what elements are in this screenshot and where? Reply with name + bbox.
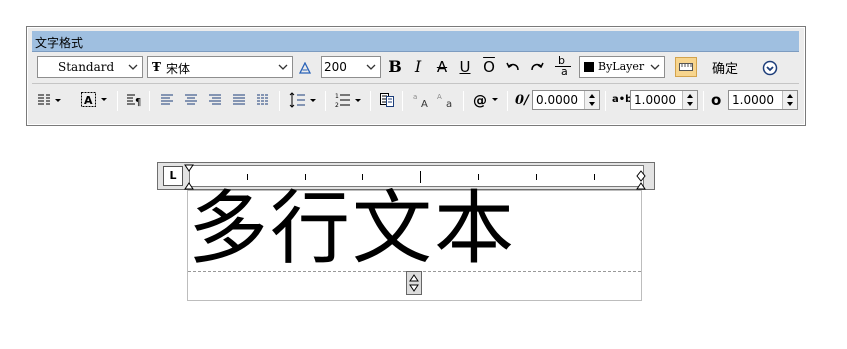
ruler-tick xyxy=(247,174,248,180)
separator xyxy=(507,91,508,111)
symbol-icon[interactable]: @ xyxy=(472,91,502,109)
spin-up-icon[interactable] xyxy=(686,93,694,99)
strikethrough-button[interactable]: A xyxy=(431,56,453,78)
svg-text:a: a xyxy=(413,93,417,101)
ruler-tick xyxy=(305,174,306,180)
mtext-content[interactable]: 多行文本 xyxy=(188,184,516,274)
spinner-arrows[interactable] xyxy=(782,91,797,109)
toolbar-titlebar[interactable]: 文字格式 xyxy=(32,31,799,52)
svg-text:2: 2 xyxy=(335,102,339,108)
row-divider xyxy=(32,83,799,84)
spinner-arrows[interactable] xyxy=(682,91,697,109)
separator xyxy=(605,91,606,111)
truetype-font-icon: Ŧ xyxy=(152,60,161,74)
color-swatch xyxy=(584,62,594,72)
ok-button[interactable]: 确定 xyxy=(712,58,738,77)
separator xyxy=(370,91,371,111)
line-spacing-icon[interactable] xyxy=(289,92,319,108)
svg-text:¶: ¶ xyxy=(135,97,141,107)
separator xyxy=(402,91,403,111)
chevron-down-circle-icon[interactable] xyxy=(762,60,778,76)
chevron-down-icon xyxy=(278,64,288,70)
justify-icon[interactable] xyxy=(232,93,246,107)
up-down-arrow-icon xyxy=(409,274,419,292)
font-select[interactable]: Ŧ 宋体 xyxy=(147,56,293,78)
svg-text:A: A xyxy=(421,99,428,109)
toolbar-title: 文字格式 xyxy=(35,36,84,50)
align-right-icon[interactable] xyxy=(208,93,222,107)
tracking-input[interactable]: 1.0000 xyxy=(630,90,698,110)
width-factor-label: o xyxy=(711,91,722,109)
uppercase-icon[interactable]: aA xyxy=(412,91,432,109)
width-factor-input[interactable]: 1.0000 xyxy=(728,90,798,110)
spin-up-icon[interactable] xyxy=(588,93,596,99)
spin-up-icon[interactable] xyxy=(786,93,794,99)
underline-button[interactable]: U xyxy=(454,56,476,78)
bold-button[interactable]: B xyxy=(384,56,406,78)
chevron-down-icon xyxy=(128,64,138,70)
italic-button[interactable]: I xyxy=(407,56,429,78)
mtext-justification-icon[interactable]: A xyxy=(80,91,110,108)
separator xyxy=(149,91,150,111)
spinner-arrows[interactable] xyxy=(584,91,599,109)
ruler-tick xyxy=(536,174,537,180)
numbering-icon[interactable]: 12 xyxy=(334,92,364,108)
ruler-tick xyxy=(478,174,479,180)
paragraph-icon[interactable]: ¶ xyxy=(125,93,143,107)
spin-down-icon[interactable] xyxy=(786,101,794,107)
ruler-icon xyxy=(679,63,693,71)
align-left-icon[interactable] xyxy=(160,93,174,107)
oblique-angle-input[interactable]: 0.0000 xyxy=(532,90,600,110)
chevron-down-icon xyxy=(650,64,660,70)
align-center-icon[interactable] xyxy=(184,93,198,107)
redo-icon[interactable] xyxy=(529,60,545,74)
tab-type-button[interactable]: L xyxy=(163,166,183,186)
svg-text:A: A xyxy=(84,94,93,107)
width-handle-icon[interactable] xyxy=(636,170,646,190)
separator xyxy=(117,91,118,111)
ruler-tick xyxy=(594,174,595,180)
separator xyxy=(325,91,326,111)
text-height-select[interactable]: 200 xyxy=(321,56,381,78)
height-resize-handle[interactable] xyxy=(406,271,422,295)
separator xyxy=(703,91,704,111)
spin-down-icon[interactable] xyxy=(588,101,596,107)
chevron-down-icon xyxy=(366,64,376,70)
annotative-icon[interactable] xyxy=(299,62,311,74)
spin-down-icon[interactable] xyxy=(686,101,694,107)
svg-text:a: a xyxy=(446,99,452,109)
svg-text:A: A xyxy=(437,93,442,101)
oblique-angle-label: 0/ xyxy=(515,93,529,108)
text-color-select[interactable]: ByLayer xyxy=(579,56,665,78)
svg-text:@: @ xyxy=(473,93,487,109)
stack-button[interactable]: b a xyxy=(552,54,574,78)
separator xyxy=(279,91,280,111)
separator xyxy=(463,91,464,111)
ruler-tick xyxy=(362,174,363,180)
undo-icon[interactable] xyxy=(505,60,521,74)
ruler-toggle-button[interactable] xyxy=(675,57,697,77)
text-style-select[interactable]: Standard xyxy=(37,56,143,78)
overline-button[interactable]: O xyxy=(478,56,500,78)
insert-field-icon[interactable] xyxy=(379,92,395,108)
lowercase-icon[interactable]: Aa xyxy=(436,91,456,109)
columns-icon[interactable] xyxy=(36,93,62,107)
distribute-icon[interactable] xyxy=(256,93,270,107)
svg-text:1: 1 xyxy=(335,93,339,100)
